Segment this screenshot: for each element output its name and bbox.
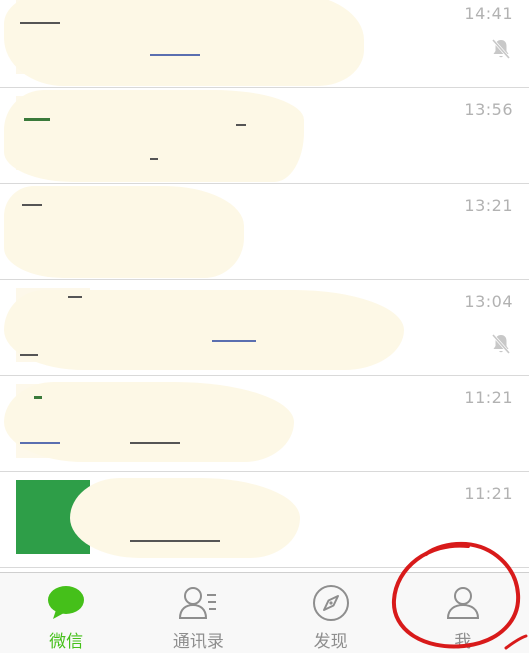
tab-discover[interactable]: 发现 <box>265 573 397 653</box>
redacted-content <box>4 290 404 370</box>
redacted-content <box>4 186 244 278</box>
chat-row[interactable]: 13:04 <box>0 280 529 376</box>
tab-label: 我 <box>454 632 472 652</box>
redacted-content <box>4 0 364 86</box>
chat-time: 13:04 <box>464 292 513 311</box>
redacted-content <box>4 382 294 462</box>
chat-list[interactable]: 14:41 13:56 13:21 13:04 11:21 11:21 <box>0 0 529 572</box>
tab-label: 通讯录 <box>172 632 224 652</box>
wechat-screen: 14:41 13:56 13:21 13:04 11:21 11:21 微信 通… <box>0 0 529 653</box>
tab-chats[interactable]: 微信 <box>0 573 132 653</box>
chat-time: 13:56 <box>464 100 513 119</box>
chat-row[interactable]: 14:41 <box>0 0 529 88</box>
person-icon <box>446 587 479 619</box>
tab-bar: 微信 通讯录 发现 我 <box>0 572 529 653</box>
chat-time: 11:21 <box>464 484 513 503</box>
chat-time: 14:41 <box>464 4 513 23</box>
redacted-content <box>4 90 304 182</box>
tab-contacts[interactable]: 通讯录 <box>132 573 264 653</box>
redacted-content <box>70 478 300 558</box>
chat-row[interactable]: 13:56 <box>0 88 529 184</box>
tab-label: 微信 <box>49 632 84 652</box>
chat-row[interactable]: 11:21 <box>0 472 529 568</box>
compass-icon <box>312 585 349 621</box>
chat-time: 13:21 <box>464 196 513 215</box>
mute-bell-icon <box>491 334 511 354</box>
chat-time: 11:21 <box>464 388 513 407</box>
chat-bubble-icon <box>48 586 85 619</box>
tab-label: 发现 <box>313 632 348 652</box>
chat-row[interactable]: 13:21 <box>0 184 529 280</box>
tab-me[interactable]: 我 <box>397 573 529 653</box>
chat-row[interactable]: 11:21 <box>0 376 529 472</box>
contacts-icon <box>179 587 217 619</box>
mute-bell-icon <box>491 39 511 59</box>
